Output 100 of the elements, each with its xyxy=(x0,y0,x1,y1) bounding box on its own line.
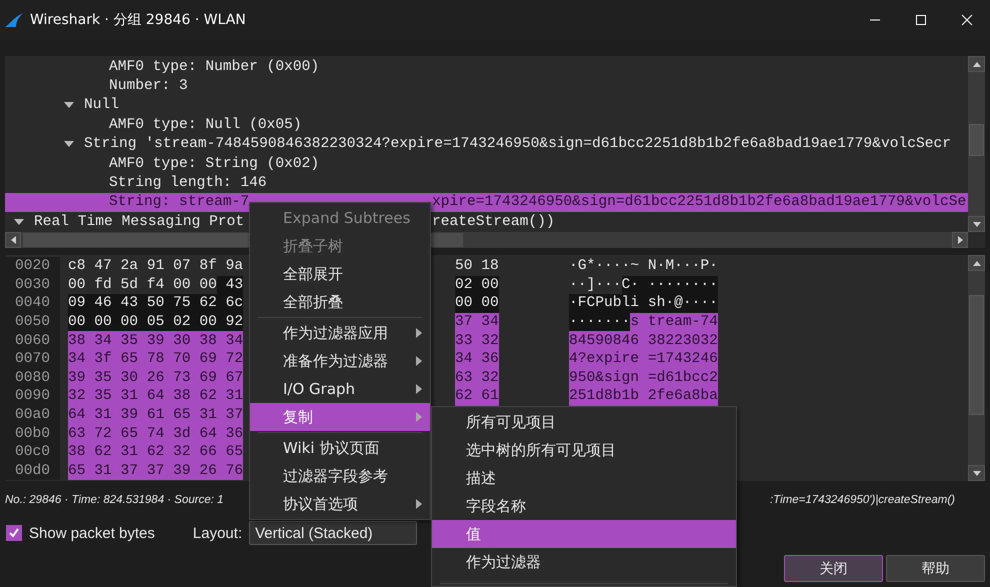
scroll-left-icon[interactable] xyxy=(10,236,16,244)
menu-item[interactable]: 值 xyxy=(432,520,736,548)
layout-dropdown[interactable]: Vertical (Stacked) xyxy=(249,521,418,545)
tree-item-text[interactable]: Number: 3 xyxy=(109,78,188,94)
menu-item[interactable]: 全部折叠 xyxy=(250,288,430,316)
scroll-down-icon[interactable] xyxy=(972,470,980,476)
hex-bytes: c8 47 2a 91 07 8f 9a xyxy=(68,257,244,276)
menu-item[interactable]: I/O Graph xyxy=(250,375,430,403)
scroll-up-icon[interactable] xyxy=(972,260,980,266)
close-icon xyxy=(961,14,973,26)
menu-item[interactable]: Wiki 协议页面 xyxy=(250,434,430,462)
shark-fin-icon xyxy=(4,12,24,28)
byte-offset: 00c0 xyxy=(5,442,60,462)
window-title: Wireshark · 分组 29846 · WLAN xyxy=(30,11,246,29)
ascii-bytes: 4?expire =1743246 xyxy=(569,350,718,369)
menu-item[interactable]: 过滤器字段参考 xyxy=(250,462,430,490)
menu-item[interactable]: 作为过滤器应用 xyxy=(250,319,430,347)
byte-offset: 00b0 xyxy=(5,424,60,443)
byte-offset: 0030 xyxy=(5,276,60,294)
menu-item[interactable]: 作为过滤器 xyxy=(432,548,736,576)
hex-bytes: 34 3f 65 78 70 69 72 xyxy=(68,350,244,369)
checkbox-label[interactable]: Show packet bytes xyxy=(29,524,155,542)
dialog-button[interactable]: 关闭 xyxy=(784,555,883,582)
byte-offset: 0020 xyxy=(5,257,60,276)
expand-arrow-icon[interactable] xyxy=(64,101,74,110)
hex-bytes: 43 xyxy=(216,276,244,294)
scroll-down-icon[interactable] xyxy=(972,222,980,226)
hex-bytes: 33 32 xyxy=(455,331,499,350)
hex-bytes: 32 35 31 64 38 62 31 xyxy=(68,387,244,406)
tree-item-text[interactable]: Null xyxy=(84,97,120,114)
tree-item-text[interactable]: AMF0 type: String (0x02) xyxy=(109,156,320,172)
hex-bytes: 39 35 30 26 73 69 67 xyxy=(68,368,244,388)
menu-item[interactable]: 复制 xyxy=(250,403,430,431)
menu-item[interactable]: 描述 xyxy=(432,464,736,492)
byte-offset: 0070 xyxy=(5,350,60,369)
menu-item[interactable]: 准备作为过滤器 xyxy=(250,347,430,375)
hex-bytes: 34 36 xyxy=(455,350,499,369)
byte-offset: 0040 xyxy=(5,294,60,313)
check-icon xyxy=(8,527,20,539)
submenu-arrow-icon xyxy=(416,384,422,394)
ascii-bytes: 950&sign =d61bcc2 xyxy=(569,368,718,388)
scroll-thumb[interactable] xyxy=(969,124,984,156)
ascii-bytes: 84590846 38223032 xyxy=(569,331,718,350)
tree-item-text[interactable]: String 'stream-7484590846382230324?expire=1743246950&sign=d61bcc2251d8b1b2fe6a8bad19ae1779&volcSecr xyxy=(84,136,952,152)
vertical-scrollbar[interactable] xyxy=(968,56,985,232)
maximize-icon xyxy=(915,14,927,26)
hex-bytes: 38 34 35 39 30 38 34 xyxy=(68,331,244,350)
hex-bytes: 50 18 xyxy=(455,257,499,276)
hex-bytes: 00 00 00 05 02 00 92 xyxy=(68,312,244,332)
tree-item-text[interactable]: String length: 146 xyxy=(109,175,267,192)
ascii-bytes: ·FCPubli sh·@···· xyxy=(569,294,718,313)
scroll-up-icon[interactable] xyxy=(972,62,980,66)
layout-label: Layout: xyxy=(192,524,242,542)
hex-bytes: 64 31 39 61 65 31 37 xyxy=(68,406,244,424)
tree-item-text[interactable]: Real Time Messaging Prot xyxy=(34,214,244,230)
tree-item-text: xpire=1743246950&sign=d61bcc2251d8b1b2fe6a8bad19ae1779&volcSe xyxy=(432,194,966,210)
ascii-bytes: s tream-74 xyxy=(630,312,718,332)
byte-offset: 00d0 xyxy=(5,462,60,480)
ascii-bytes: 251d8b1b 2fe6a8ba xyxy=(569,387,718,406)
hex-bytes: 00 00 xyxy=(455,294,499,313)
submenu-arrow-icon xyxy=(416,412,422,422)
tree-item-text: reateStream()) xyxy=(432,214,555,230)
ascii-bytes: ·G*····~ N·M···P· xyxy=(569,257,718,276)
vertical-scrollbar[interactable] xyxy=(968,255,985,481)
byte-offset: 00a0 xyxy=(5,406,60,424)
ascii-bytes: C· ········ xyxy=(622,276,718,294)
scroll-right-icon[interactable] xyxy=(958,236,962,244)
menu-item[interactable]: 选中树的所有可见项目 xyxy=(432,436,736,464)
submenu-arrow-icon xyxy=(416,499,422,509)
dialog-button[interactable]: 帮助 xyxy=(886,555,985,582)
byte-offset: 0050 xyxy=(5,312,60,332)
menu-item[interactable]: 字段名称 xyxy=(432,492,736,520)
hex-bytes: 63 72 65 74 3d 64 36 xyxy=(68,424,244,443)
hex-bytes: 00 fd 5d f4 00 00 xyxy=(68,276,217,294)
menu-item[interactable]: 所有可见项目 xyxy=(432,408,736,436)
hex-bytes: 02 00 xyxy=(455,276,499,294)
hex-bytes: 37 34 xyxy=(455,312,499,332)
scroll-thumb[interactable] xyxy=(969,295,984,415)
byte-offset: 0080 xyxy=(5,368,60,388)
packet-summary: :Time=1743246950')|createStream() xyxy=(770,494,955,506)
byte-offset: 0060 xyxy=(5,331,60,350)
checkbox[interactable] xyxy=(6,525,22,541)
hex-bytes: 62 61 xyxy=(455,387,499,406)
hex-bytes: 09 46 43 50 75 62 6c xyxy=(68,294,244,313)
hex-bytes: 65 31 37 37 39 26 76 xyxy=(68,462,244,480)
menu-item[interactable]: 协议首选项 xyxy=(250,490,430,518)
hex-bytes: 38 62 31 62 32 66 65 xyxy=(68,442,244,462)
byte-offset: 0090 xyxy=(5,387,60,406)
hex-bytes: 63 32 xyxy=(455,368,499,388)
ascii-bytes: ······· xyxy=(569,312,630,332)
expand-arrow-icon[interactable] xyxy=(14,218,24,226)
submenu-arrow-icon xyxy=(416,328,422,338)
tree-item-text[interactable]: AMF0 type: Null (0x05) xyxy=(109,116,302,133)
tree-item-text[interactable]: String: stream-7 xyxy=(109,194,250,210)
tree-item-text[interactable]: AMF0 type: Number (0x00) xyxy=(109,58,320,75)
expand-arrow-icon[interactable] xyxy=(64,140,74,148)
ascii-bytes: ··]··· xyxy=(569,276,622,294)
packet-summary: No.: 29846 · Time: 824.531984 · Source: 1 xyxy=(5,494,224,506)
submenu-arrow-icon xyxy=(416,356,422,366)
menu-item[interactable]: 全部展开 xyxy=(250,260,430,288)
